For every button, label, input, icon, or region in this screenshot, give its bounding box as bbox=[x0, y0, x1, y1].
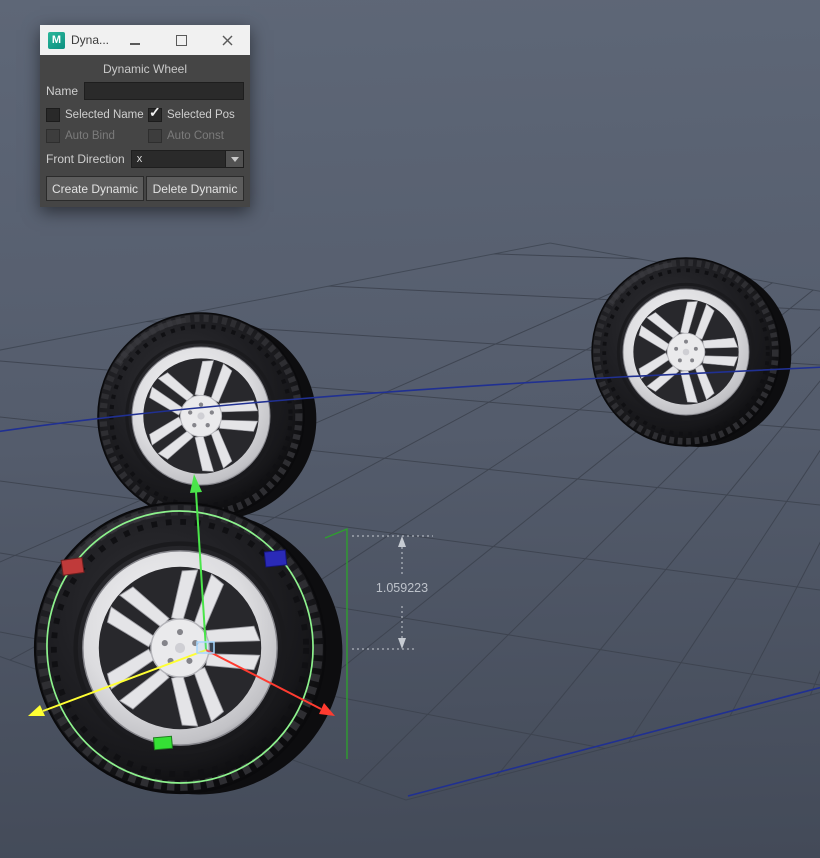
checkmark-icon: ✓ bbox=[149, 104, 161, 120]
maximize-button[interactable] bbox=[158, 25, 204, 55]
wheel-object-back-left[interactable] bbox=[98, 313, 316, 520]
nurbs-curve-lower[interactable] bbox=[407, 685, 820, 797]
dimension-arrow-down bbox=[398, 638, 406, 649]
wheel-object-right[interactable] bbox=[592, 258, 791, 447]
dropdown-arrow-button[interactable] bbox=[226, 150, 244, 168]
checkbox-selected-name[interactable]: Selected Name bbox=[46, 108, 148, 122]
distance-measurement-label: 1.059223 bbox=[376, 581, 428, 595]
chevron-down-icon bbox=[230, 156, 239, 162]
delete-dynamic-button[interactable]: Delete Dynamic bbox=[146, 176, 244, 201]
checkbox-label: Selected Pos bbox=[167, 109, 235, 121]
checkbox-auto-bind: Auto Bind bbox=[46, 129, 148, 143]
name-input[interactable] bbox=[84, 82, 244, 100]
checkbox-label: Selected Name bbox=[65, 109, 144, 121]
maya-app-icon: M bbox=[48, 31, 65, 49]
window-titlebar[interactable]: M Dyna... bbox=[40, 25, 250, 55]
minimize-button[interactable] bbox=[112, 25, 158, 55]
window-title: Dyna... bbox=[71, 33, 110, 47]
checkbox-selected-pos[interactable]: ✓ Selected Pos bbox=[148, 104, 244, 122]
minimize-icon bbox=[130, 43, 140, 45]
distance-dimension: 1.059223 bbox=[352, 535, 433, 650]
maya-application: 1.059223 M Dyna... Dynamic Wheel Name Se… bbox=[0, 0, 820, 858]
marker-box-green[interactable] bbox=[152, 735, 174, 751]
dialog-body: Dynamic Wheel Name Selected Name ✓ Selec… bbox=[40, 55, 250, 207]
checkbox-label: Auto Const bbox=[167, 130, 224, 142]
manipulator-center-handle[interactable] bbox=[196, 641, 215, 654]
dynamic-wheel-window: M Dyna... Dynamic Wheel Name Selected Na… bbox=[40, 25, 250, 207]
checkbox-box bbox=[148, 129, 162, 143]
checkbox-box bbox=[46, 108, 60, 122]
dimension-arrow-up bbox=[398, 536, 406, 547]
checkbox-box: ✓ bbox=[148, 104, 162, 122]
checkbox-auto-const: Auto Const bbox=[148, 129, 244, 143]
marker-box-red[interactable] bbox=[60, 556, 85, 576]
dialog-header: Dynamic Wheel bbox=[102, 62, 188, 76]
marker-box-blue[interactable] bbox=[263, 549, 288, 568]
maximize-icon bbox=[175, 34, 187, 46]
close-icon bbox=[222, 35, 232, 45]
checkbox-label: Auto Bind bbox=[65, 130, 115, 142]
front-direction-value: x bbox=[130, 150, 226, 168]
front-direction-dropdown[interactable]: x bbox=[130, 150, 244, 168]
checkbox-box bbox=[46, 129, 60, 143]
name-label: Name bbox=[46, 84, 79, 98]
wheel-object-selected[interactable] bbox=[35, 503, 342, 794]
create-dynamic-button[interactable]: Create Dynamic bbox=[46, 176, 144, 201]
front-direction-label: Front Direction bbox=[46, 152, 125, 166]
close-button[interactable] bbox=[204, 25, 250, 55]
manipulator-z-arrowhead[interactable] bbox=[28, 705, 45, 716]
